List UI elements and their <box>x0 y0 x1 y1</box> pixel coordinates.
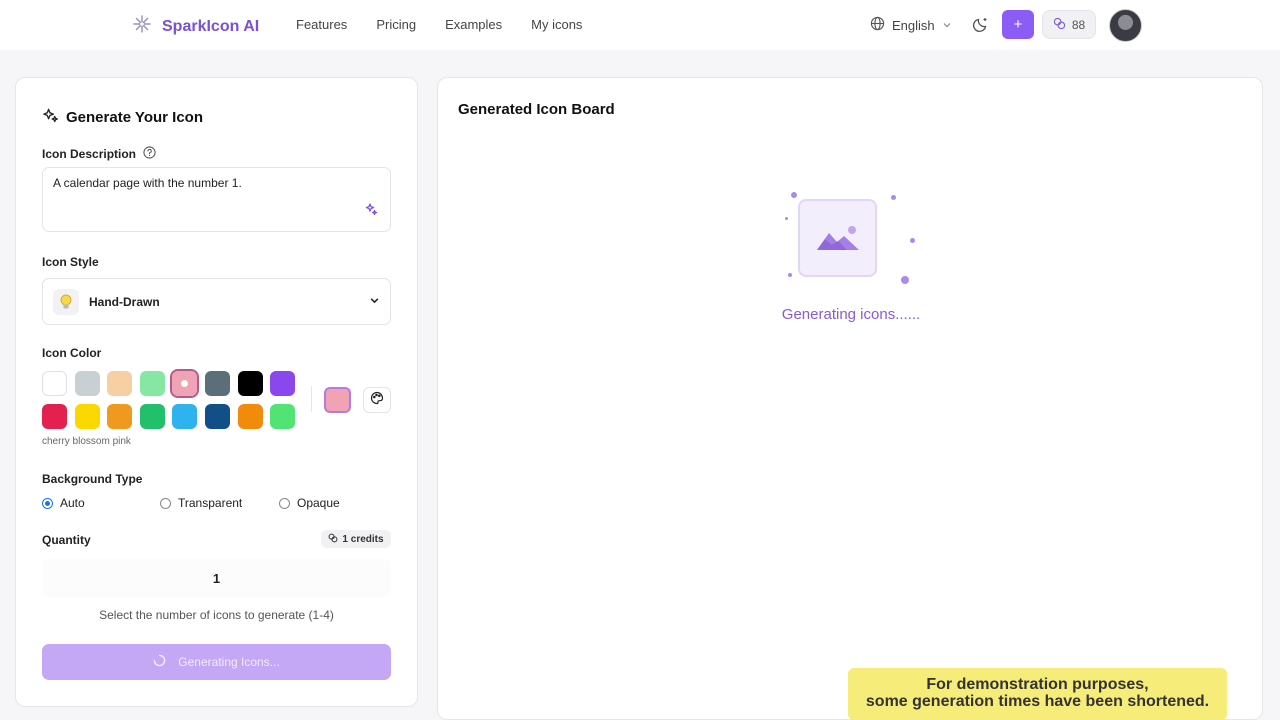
decor-dot <box>910 238 915 243</box>
decor-dot <box>901 276 909 284</box>
nav-features[interactable]: Features <box>296 17 347 32</box>
icon-board-panel: Generated Icon Board Generating icons...… <box>437 77 1263 720</box>
background-opaque-label: Opaque <box>297 496 340 510</box>
quantity-label: Quantity <box>42 533 91 547</box>
description-label: Icon Description <box>42 147 137 161</box>
panel-title: Generate Your Icon <box>42 107 203 128</box>
create-button[interactable]: + <box>1002 10 1034 39</box>
chevron-down-icon <box>369 293 380 311</box>
image-placeholder-icon <box>816 221 860 256</box>
color-swatch[interactable] <box>42 404 67 429</box>
generator-panel: Generate Your Icon Icon Description A ca… <box>15 77 418 707</box>
background-opaque-radio[interactable]: Opaque <box>279 496 340 510</box>
color-swatch[interactable] <box>237 371 263 396</box>
credits-cost-badge: 1 credits <box>321 530 391 548</box>
demo-caption-line2: some generation times have been shortene… <box>865 693 1210 710</box>
loading-spinner-icon <box>153 654 166 670</box>
nav-examples[interactable]: Examples <box>445 17 502 32</box>
background-auto-label: Auto <box>60 496 85 510</box>
quantity-input[interactable]: 1 <box>42 559 391 597</box>
color-swatch[interactable] <box>139 404 165 429</box>
background-transparent-label: Transparent <box>178 496 243 510</box>
color-swatch[interactable] <box>107 404 133 429</box>
credits-cost: 1 credits <box>342 533 384 545</box>
nav-pricing[interactable]: Pricing <box>376 17 416 32</box>
background-transparent-radio[interactable]: Transparent <box>160 496 242 510</box>
generator-title: Generate Your Icon <box>66 109 203 126</box>
custom-color-button[interactable] <box>363 387 391 413</box>
user-avatar[interactable] <box>1109 9 1142 42</box>
moon-icon <box>972 17 990 37</box>
board-title: Generated Icon Board <box>458 101 615 118</box>
brand-logo[interactable]: SparkIcon AI <box>132 14 259 39</box>
color-label: Icon Color <box>42 346 102 360</box>
help-circle-icon[interactable] <box>143 146 156 162</box>
radio-selected-indicator <box>42 497 53 509</box>
magic-sparkle-icon[interactable] <box>364 202 378 221</box>
decor-dot <box>891 195 896 200</box>
selected-color-preview[interactable] <box>324 387 351 413</box>
description-input[interactable]: A calendar page with the number 1. <box>42 167 391 232</box>
style-select[interactable]: Hand-Drawn <box>42 278 391 325</box>
color-swatch[interactable] <box>172 404 198 429</box>
style-label: Icon Style <box>42 255 99 269</box>
credits-display[interactable]: 88 <box>1042 10 1096 39</box>
nav-my-icons[interactable]: My icons <box>531 17 582 32</box>
main-nav: Features Pricing Examples My icons <box>296 17 582 32</box>
background-auto-radio[interactable]: Auto <box>42 496 85 510</box>
radio-indicator <box>279 497 290 509</box>
color-swatch[interactable] <box>237 404 263 429</box>
color-swatch[interactable] <box>74 404 100 429</box>
palette-icon <box>370 391 384 410</box>
description-label-row: Icon Description <box>42 146 156 162</box>
color-swatch[interactable] <box>107 371 133 396</box>
decor-dot <box>785 217 788 220</box>
brand-name: SparkIcon AI <box>162 17 260 35</box>
generate-button-label: Generating Icons... <box>178 655 280 669</box>
background-label: Background Type <box>42 472 143 486</box>
demo-caption: For demonstration purposes, some generat… <box>848 668 1227 720</box>
decor-dot <box>791 192 797 198</box>
credits-count: 88 <box>1071 17 1086 32</box>
description-value: A calendar page with the number 1. <box>53 176 242 190</box>
lightbulb-icon <box>53 288 79 315</box>
color-swatch[interactable] <box>170 369 200 398</box>
image-placeholder <box>798 199 877 277</box>
decor-dot <box>788 273 792 277</box>
sparkle-logo-icon <box>132 14 152 39</box>
style-value: Hand-Drawn <box>89 294 160 309</box>
coins-icon <box>1053 17 1066 33</box>
sparkles-icon <box>42 107 59 128</box>
generation-status: Generating icons...... <box>781 306 921 323</box>
language-label: English <box>892 17 935 33</box>
coins-icon <box>328 533 338 546</box>
color-swatch[interactable] <box>139 371 165 396</box>
quantity-help-text: Select the number of icons to generate (… <box>99 608 334 622</box>
theme-toggle-button[interactable] <box>972 15 990 38</box>
swatch-divider <box>311 386 312 412</box>
language-selector[interactable]: English <box>870 16 952 34</box>
color-swatch[interactable] <box>204 404 230 429</box>
selected-color-name: cherry blossom pink <box>42 436 131 447</box>
top-header: SparkIcon AI Features Pricing Examples M… <box>0 0 1280 50</box>
color-swatch[interactable] <box>270 404 296 429</box>
globe-icon <box>870 16 885 34</box>
demo-caption-line1: For demonstration purposes, <box>926 676 1149 693</box>
color-swatch[interactable] <box>74 371 100 396</box>
color-swatch[interactable] <box>42 371 67 396</box>
color-swatch[interactable] <box>270 371 296 396</box>
radio-indicator <box>160 497 171 509</box>
color-swatch[interactable] <box>204 371 230 396</box>
generate-button[interactable]: Generating Icons... <box>42 644 391 680</box>
chevron-down-icon <box>942 18 952 33</box>
color-swatches <box>42 369 298 429</box>
